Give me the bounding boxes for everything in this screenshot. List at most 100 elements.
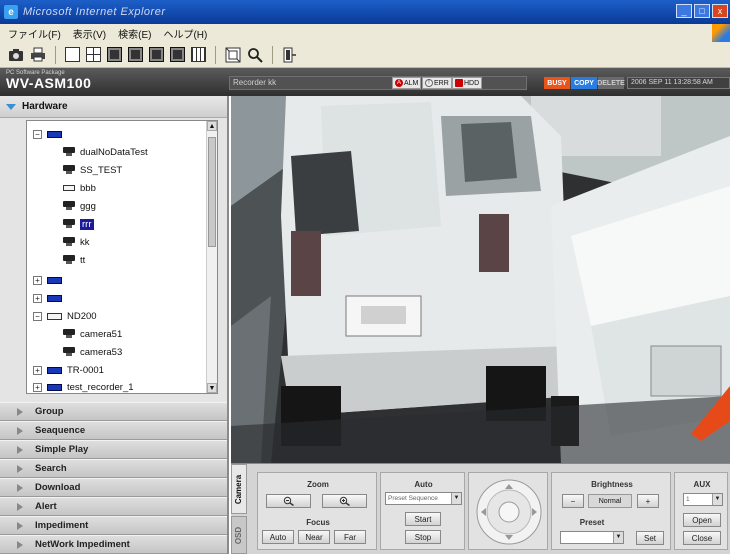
toolbar-separator — [55, 45, 56, 64]
tree-item-recorder[interactable]: − — [33, 125, 62, 143]
hardware-title: Hardware — [22, 101, 68, 112]
section-alert[interactable]: Alert — [0, 497, 227, 516]
close-button[interactable]: x — [712, 4, 728, 18]
tree-item-camera[interactable]: kk — [63, 233, 90, 251]
preset-title: Preset — [579, 518, 605, 527]
focus-far-button[interactable]: Far — [334, 530, 366, 544]
printer-icon[interactable] — [30, 47, 46, 63]
menu-help[interactable]: ヘルプ(H) — [163, 26, 207, 41]
zoom-frame-icon[interactable] — [225, 47, 241, 63]
section-simple-play[interactable]: Simple Play — [0, 440, 227, 459]
pan-tilt-control[interactable] — [475, 478, 543, 546]
collapse-triangle-icon — [6, 103, 16, 110]
alarm-badge[interactable]: A ALM — [392, 77, 422, 89]
section-label: Download — [35, 482, 81, 493]
tree-item-camera[interactable]: camera53 — [63, 343, 122, 361]
tab-osd[interactable]: OSD — [231, 516, 247, 554]
recorder-label: Recorder kk — [229, 76, 527, 90]
tree-item-camera[interactable]: tt — [63, 251, 85, 269]
multi-view-c-icon[interactable] — [170, 47, 185, 62]
encoder-icon — [63, 185, 75, 191]
hdd-badge[interactable]: HDD — [452, 77, 483, 89]
scroll-thumb[interactable] — [208, 137, 216, 247]
camera-video-view[interactable] — [231, 96, 730, 463]
datetime-display: 2006 SEP 11 13:28:58 AM — [627, 77, 730, 89]
brightness-plus-button[interactable]: + — [637, 494, 659, 508]
scroll-up-arrow-icon[interactable]: ▲ — [207, 121, 217, 131]
chevron-down-icon: ▼ — [613, 532, 623, 543]
auto-stop-button[interactable]: Stop — [405, 530, 441, 544]
minimize-button[interactable]: _ — [676, 4, 692, 18]
toolbar — [0, 42, 730, 68]
expand-icon[interactable]: + — [33, 382, 42, 392]
maximize-button[interactable]: □ — [694, 4, 710, 18]
expand-icon[interactable]: + — [33, 293, 42, 303]
tree-item-camera[interactable]: ggg — [63, 197, 96, 215]
brightness-minus-button[interactable]: − — [562, 494, 584, 508]
zoom-out-button[interactable] — [266, 494, 311, 508]
collapse-icon[interactable]: − — [33, 129, 42, 139]
quad-view-icon[interactable] — [86, 47, 101, 62]
section-impediment[interactable]: Impediment — [0, 516, 227, 535]
copy-badge: COPY — [571, 77, 597, 89]
hardware-header[interactable]: Hardware — [0, 96, 227, 118]
hdd-icon — [455, 79, 463, 87]
zoom-in-button[interactable] — [322, 494, 367, 508]
recorder-icon — [47, 276, 62, 284]
tree-item-recorder[interactable]: + — [33, 289, 62, 307]
tree-item-label: dualNoDataTest — [80, 146, 148, 158]
section-sequence[interactable]: Seaquence — [0, 421, 227, 440]
tree-item-recorder[interactable]: + test_recorder_1 — [33, 378, 134, 393]
collapse-icon[interactable]: − — [33, 311, 42, 321]
auto-mode-select[interactable]: Preset Sequence ▼ — [385, 492, 462, 505]
magnifier-icon[interactable] — [247, 47, 263, 63]
menu-view[interactable]: 表示(V) — [73, 26, 106, 41]
tree-item-camera[interactable]: camera51 — [63, 325, 122, 343]
section-download[interactable]: Download — [0, 478, 227, 497]
section-search[interactable]: Search — [0, 459, 227, 478]
aux-select[interactable]: 1 ▼ — [683, 493, 723, 506]
section-label: Alert — [35, 501, 57, 512]
multi-view-a-icon[interactable] — [128, 47, 143, 62]
tab-camera[interactable]: Camera — [231, 464, 247, 514]
error-badge[interactable]: ! ERR — [422, 77, 452, 89]
preset-select[interactable]: ▼ — [560, 531, 624, 544]
single-view-icon[interactable] — [65, 47, 80, 62]
tree-item-encoder[interactable]: bbb — [63, 179, 96, 197]
sidebar-sections: Group Seaquence Simple Play Search Downl… — [0, 402, 227, 554]
zoom-focus-group: Zoom Focus Auto Near Far — [257, 472, 377, 550]
expand-icon[interactable]: + — [33, 365, 42, 375]
aux-close-button[interactable]: Close — [683, 531, 721, 545]
multi-view-b-icon[interactable] — [149, 47, 164, 62]
brand: PC Software Package WV-ASM100 — [6, 70, 91, 91]
focus-near-button[interactable]: Near — [298, 530, 330, 544]
app-window: e Microsoft Internet Explorer _ □ x ファイル… — [0, 0, 730, 554]
section-group[interactable]: Group — [0, 402, 227, 421]
brightness-title: Brightness — [591, 480, 633, 489]
expand-triangle-icon — [17, 483, 23, 492]
focus-auto-button[interactable]: Auto — [262, 530, 294, 544]
tree-item-recorder[interactable]: − ND200 — [33, 307, 97, 325]
tree-item-camera[interactable]: dualNoDataTest — [63, 143, 148, 161]
nine-view-icon[interactable] — [107, 47, 122, 62]
tree-scrollbar[interactable]: ▲ ▼ — [206, 121, 217, 393]
expand-icon[interactable]: + — [33, 275, 42, 285]
windows-logo-icon — [712, 24, 730, 42]
tree-item-camera[interactable]: SS_TEST — [63, 161, 122, 179]
exit-icon[interactable] — [282, 47, 298, 63]
camera-icon[interactable] — [8, 47, 24, 63]
tree-item-camera-selected[interactable]: rrr — [63, 215, 94, 233]
scroll-down-arrow-icon[interactable]: ▼ — [207, 383, 217, 393]
alarm-badge-label: ALM — [404, 79, 419, 87]
auto-start-button[interactable]: Start — [405, 512, 441, 526]
menu-file[interactable]: ファイル(F) — [8, 26, 61, 41]
tree-item-recorder[interactable]: + — [33, 271, 62, 289]
section-label: Seaquence — [35, 425, 86, 436]
tree-item-recorder[interactable]: + TR-0001 — [33, 361, 104, 379]
hardware-tree: − dualNoDataTest SS_TEST bbb ggg rrr kk … — [26, 120, 218, 394]
aux-open-button[interactable]: Open — [683, 513, 721, 527]
multi-view-d-icon[interactable] — [191, 47, 206, 62]
menu-search[interactable]: 検索(E) — [118, 26, 151, 41]
preset-set-button[interactable]: Set — [636, 531, 664, 545]
section-network-impediment[interactable]: NetWork Impediment — [0, 535, 227, 554]
